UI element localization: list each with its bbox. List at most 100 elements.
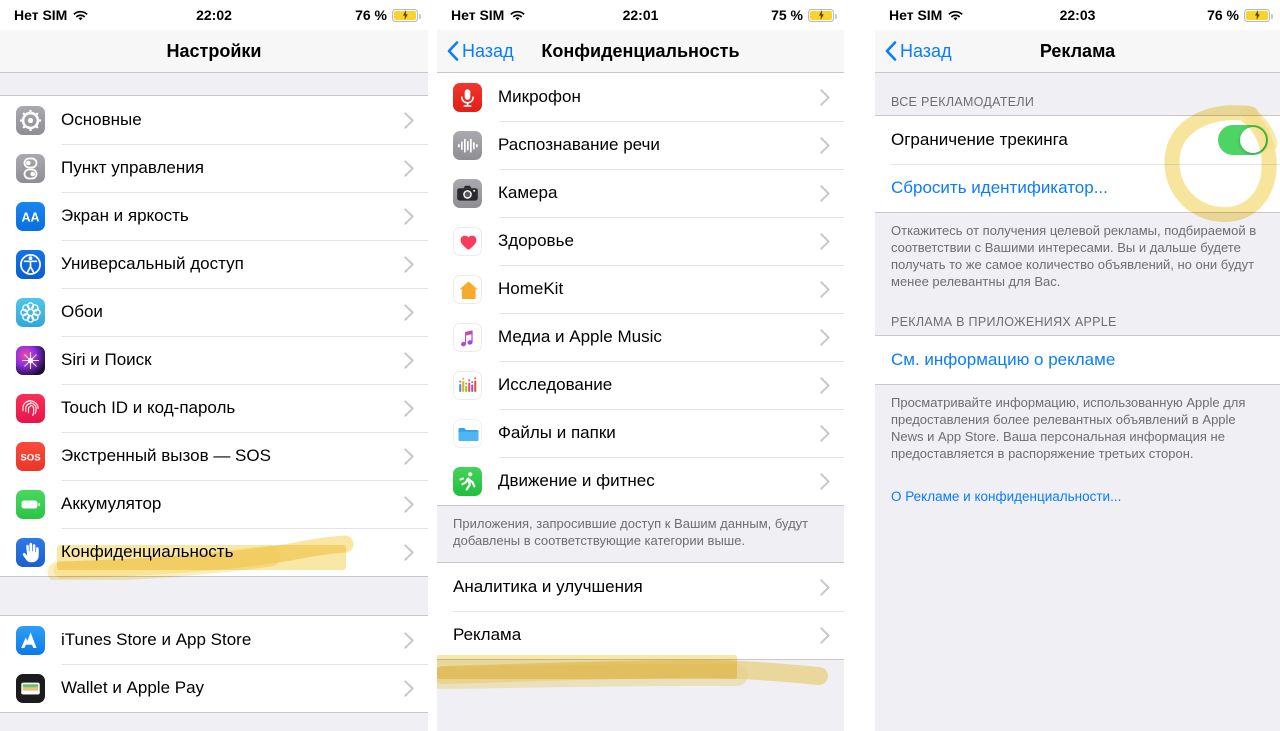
wallpaper-icon: [16, 297, 45, 327]
chevron-right-icon: [404, 543, 414, 561]
apple-music-icon: [453, 322, 482, 352]
sidebar-item-control-center[interactable]: Пункт управления: [0, 144, 428, 192]
screenshot-root: Нет SIM 22:02 76 % Настройки Основные Пу…: [0, 0, 1280, 731]
sidebar-item-wallpaper[interactable]: Обои: [0, 288, 428, 336]
privacy-footnote: Приложения, запросившие доступ к Вашим д…: [437, 506, 844, 562]
page-title: Реклама: [1039, 40, 1116, 61]
sidebar-item-battery[interactable]: Аккумулятор: [0, 480, 428, 528]
advertising-group-1: Ограничение трекинга Сбросить идентифика…: [875, 115, 1280, 213]
sidebar-item-itunes-app-store[interactable]: iTunes Store и App Store: [0, 616, 428, 664]
list-item-label: Движение и фитнес: [498, 471, 655, 490]
section-header-all-advertisers: ВСЕ РЕКЛАМОДАТЕЛИ: [875, 73, 1280, 115]
health-icon: [453, 226, 482, 256]
list-item-label: Исследование: [498, 375, 613, 394]
chevron-right-icon: [404, 631, 414, 649]
sidebar-item-label: Аккумулятор: [61, 494, 162, 513]
nav-bar: Назад Конфиденциальность: [437, 30, 844, 73]
back-button-label: Назад: [900, 40, 952, 61]
list-item-files-folders[interactable]: Файлы и папки: [437, 409, 844, 457]
battery-settings-icon: [16, 489, 45, 519]
chevron-right-icon: [404, 255, 414, 273]
sos-icon: SOS: [16, 441, 45, 471]
sidebar-item-siri-search[interactable]: Siri и Поиск: [0, 336, 428, 384]
limit-tracking-toggle[interactable]: [1218, 125, 1268, 155]
sidebar-item-emergency-sos[interactable]: SOS Экстренный вызов — SOS: [0, 432, 428, 480]
list-item-microphone[interactable]: Микрофон: [437, 73, 844, 121]
microphone-icon: [453, 82, 482, 112]
advertising-group-2: См. информацию о рекламе: [875, 335, 1280, 385]
advertising-footnote-1: Откажитесь от получения целевой рекламы,…: [875, 213, 1280, 303]
list-item-analytics[interactable]: Аналитика и улучшения: [437, 563, 844, 611]
chevron-right-icon: [404, 303, 414, 321]
sidebar-item-label: Touch ID и код-пароль: [61, 398, 236, 417]
chevron-right-icon: [404, 111, 414, 129]
row-reset-identifier[interactable]: Сбросить идентификатор...: [875, 164, 1280, 212]
list-item-media-apple-music[interactable]: Медиа и Apple Music: [437, 313, 844, 361]
status-bar: Нет SIM 22:02 76 %: [0, 0, 428, 30]
list-item-motion-fitness[interactable]: Движение и фитнес: [437, 457, 844, 505]
list-gap: [0, 73, 428, 95]
chevron-right-icon: [820, 472, 830, 490]
list-item-label: Реклама: [453, 625, 522, 644]
back-button-label: Назад: [462, 40, 514, 61]
reset-identifier-label: Сбросить идентификатор...: [891, 178, 1108, 197]
sidebar-item-touch-id[interactable]: Touch ID и код-пароль: [0, 384, 428, 432]
list-item-health[interactable]: Здоровье: [437, 217, 844, 265]
list-gap: [0, 577, 428, 615]
section-header-apple-apps: РЕКЛАМА В ПРИЛОЖЕНИЯХ APPLE: [875, 303, 1280, 335]
svg-text:SOS: SOS: [20, 452, 41, 463]
settings-group-2: iTunes Store и App Store Wallet и Apple …: [0, 615, 428, 713]
list-item-label: Камера: [498, 183, 558, 202]
list-item-label: HomeKit: [498, 279, 564, 298]
row-view-ad-info[interactable]: См. информацию о рекламе: [875, 336, 1280, 384]
sidebar-item-label: Основные: [61, 110, 142, 129]
list-item-research[interactable]: Исследование: [437, 361, 844, 409]
gear-icon: [16, 105, 45, 135]
sidebar-item-privacy[interactable]: Конфиденциальность: [0, 528, 428, 576]
nav-bar: Настройки: [0, 30, 428, 73]
back-button[interactable]: Назад: [447, 41, 514, 62]
chevron-right-icon: [404, 679, 414, 697]
sidebar-item-wallet-apple-pay[interactable]: Wallet и Apple Pay: [0, 664, 428, 712]
sidebar-item-accessibility[interactable]: Универсальный доступ: [0, 240, 428, 288]
chevron-right-icon: [404, 351, 414, 369]
files-folder-icon: [453, 418, 482, 448]
list-item-camera[interactable]: Камера: [437, 169, 844, 217]
nav-bar: Назад Реклама: [875, 30, 1280, 73]
back-button[interactable]: Назад: [885, 41, 952, 62]
sidebar-item-general[interactable]: Основные: [0, 96, 428, 144]
advertising-footnote-2: Просматривайте информацию, использованну…: [875, 385, 1280, 488]
battery-percent-label: 76 %: [355, 7, 387, 23]
chevron-right-icon: [820, 328, 830, 346]
toggle-knob: [1240, 127, 1266, 153]
settings-group-1: Основные Пункт управления AA Экран и ярк…: [0, 95, 428, 577]
privacy-group-2: Аналитика и улучшения Реклама: [437, 562, 844, 660]
motion-fitness-icon: [453, 466, 482, 496]
chevron-right-icon: [820, 376, 830, 394]
sidebar-item-display-brightness[interactable]: AA Экран и яркость: [0, 192, 428, 240]
list-item-label: Аналитика и улучшения: [453, 577, 643, 596]
sidebar-item-label: Пункт управления: [61, 158, 204, 177]
chevron-left-icon: [447, 41, 459, 61]
accessibility-icon: [16, 249, 45, 279]
homekit-icon: [453, 274, 482, 304]
status-bar: Нет SIM 22:03 76 %: [875, 0, 1280, 30]
chevron-right-icon: [820, 136, 830, 154]
about-ads-privacy-link[interactable]: О Рекламе и конфиденциальности...: [875, 488, 1280, 518]
list-item-homekit[interactable]: HomeKit: [437, 265, 844, 313]
row-limit-tracking[interactable]: Ограничение трекинга: [875, 116, 1280, 164]
status-bar-right: 76 %: [1207, 7, 1273, 23]
list-item-advertising[interactable]: Реклама: [437, 611, 844, 659]
battery-percent-label: 75 %: [771, 7, 803, 23]
list-item-speech-recognition[interactable]: Распознавание речи: [437, 121, 844, 169]
display-brightness-icon: AA: [16, 201, 45, 231]
battery-icon: [1244, 8, 1273, 22]
chevron-right-icon: [820, 232, 830, 250]
svg-text:AA: AA: [21, 210, 39, 224]
view-ad-info-label: См. информацию о рекламе: [891, 350, 1116, 369]
status-bar: Нет SIM 22:01 75 %: [437, 0, 844, 30]
list-item-label: Микрофон: [498, 87, 581, 106]
speech-recognition-icon: [453, 130, 482, 160]
list-item-label: Медиа и Apple Music: [498, 327, 662, 346]
battery-icon: [392, 8, 421, 22]
